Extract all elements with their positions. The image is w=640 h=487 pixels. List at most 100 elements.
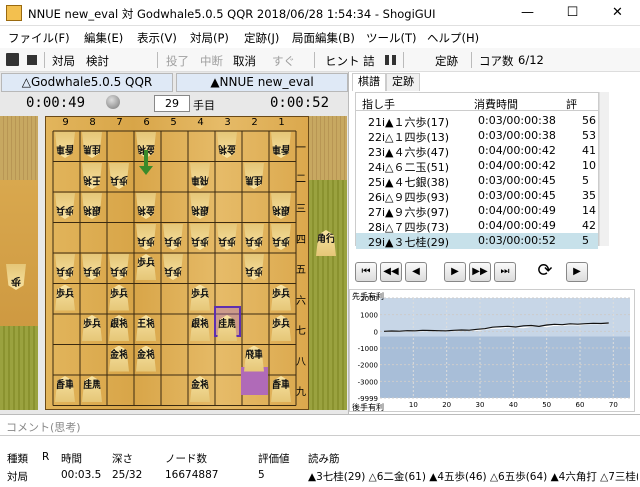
engine-depth: 25/32 bbox=[112, 469, 143, 481]
menu-joseki[interactable]: 定跡(J) bbox=[244, 30, 279, 46]
engine-pv: ▲3七桂(29) △6二金(61) ▲4五歩(46) △6五歩(64) ▲4六角… bbox=[308, 471, 638, 483]
hint-arrow-head bbox=[139, 166, 153, 175]
move-row[interactable]: 22i△１四歩(13) 0:03/00:00:38 53 bbox=[356, 128, 598, 144]
menu-help[interactable]: ヘルプ(H) bbox=[427, 30, 479, 46]
core-count-value[interactable]: 6/12 bbox=[518, 53, 544, 67]
move-list-scrollbar[interactable] bbox=[599, 92, 609, 246]
comment-pane[interactable] bbox=[0, 414, 640, 436]
rank-label: 四 bbox=[296, 234, 306, 246]
graph-xtick: 40 bbox=[509, 401, 518, 409]
move-cell-ev: 53 bbox=[582, 129, 596, 142]
shogi-piece[interactable]: 歩兵 bbox=[271, 224, 291, 250]
gote-clock: 0:00:49 bbox=[26, 95, 86, 111]
rank-label: 一 bbox=[296, 143, 306, 154]
move-cell-time: 0:04/00:00:42 bbox=[478, 159, 556, 172]
shogi-piece[interactable]: 桂馬 bbox=[244, 163, 264, 189]
file-label: 5 bbox=[170, 117, 177, 128]
file-label: 4 bbox=[197, 117, 204, 128]
move-row[interactable]: 25i▲４七銀(38) 0:03/00:00:45 5 bbox=[356, 173, 598, 189]
pause-icon[interactable] bbox=[385, 55, 389, 65]
close-button[interactable]: ✕ bbox=[595, 0, 640, 26]
shogi-piece[interactable]: 歩兵 bbox=[136, 224, 156, 250]
minimize-button[interactable]: — bbox=[505, 0, 550, 26]
menu-view[interactable]: 表示(V) bbox=[137, 30, 177, 46]
move-row[interactable]: 29i▲３七桂(29) 0:03/00:00:52 5 bbox=[356, 233, 598, 249]
gote-player-name: △Godwhale5.0.5 QQR bbox=[1, 73, 173, 92]
move-cell-ev: 5 bbox=[582, 234, 589, 247]
chudan-button[interactable]: 中断 bbox=[200, 53, 223, 69]
sugu-button[interactable]: すぐ bbox=[272, 53, 295, 69]
menu-board-edit[interactable]: 局面編集(B) bbox=[292, 30, 355, 46]
move-row[interactable]: 24i△６二玉(51) 0:04/00:00:42 10 bbox=[356, 158, 598, 174]
file-label: 2 bbox=[251, 117, 258, 128]
move-number-field[interactable]: 29 bbox=[154, 95, 190, 112]
torikeshi-button[interactable]: 取消 bbox=[233, 53, 256, 69]
window-title: NNUE new_eval 対 Godwhale5.0.5 QQR 2018/0… bbox=[28, 7, 436, 21]
toolbar-separator bbox=[44, 52, 45, 68]
move-cell-ev: 41 bbox=[582, 144, 596, 157]
core-count-label: コア数 bbox=[479, 54, 514, 68]
toolbar-separator bbox=[157, 52, 158, 68]
menu-tools[interactable]: ツール(T) bbox=[366, 30, 417, 46]
move-row[interactable]: 27i▲９六歩(97) 0:04/00:00:49 14 bbox=[356, 203, 598, 219]
shogi-piece[interactable]: 歩兵 bbox=[190, 224, 210, 250]
last-move-button[interactable]: ⏭ bbox=[494, 262, 516, 282]
menu-file[interactable]: ファイル(F) bbox=[8, 30, 70, 46]
shogi-piece[interactable]: 歩兵 bbox=[163, 224, 183, 250]
tatami-decoration bbox=[309, 116, 347, 180]
save-icon[interactable] bbox=[6, 53, 19, 66]
menu-edit[interactable]: 編集(E) bbox=[84, 30, 123, 46]
header-move[interactable]: 指し手 bbox=[362, 96, 395, 112]
move-row[interactable]: 23i▲４六歩(47) 0:04/00:00:42 41 bbox=[356, 143, 598, 159]
graph-xtick: 70 bbox=[609, 401, 618, 409]
play-icon[interactable]: ▶ bbox=[566, 262, 588, 282]
prev-move-button[interactable]: ◀ bbox=[405, 262, 427, 282]
move-cell-move: 29i▲３七桂(29) bbox=[368, 236, 450, 249]
rank-label: 二 bbox=[296, 173, 306, 185]
move-cell-time: 0:03/00:00:45 bbox=[478, 189, 556, 202]
first-move-button[interactable]: ⏮ bbox=[355, 262, 377, 282]
move-row[interactable]: 28i△７四歩(73) 0:04/00:00:49 42 bbox=[356, 218, 598, 234]
engine-header-nodes: ノード数 bbox=[165, 453, 207, 465]
hint-button[interactable]: ヒント bbox=[325, 53, 360, 69]
graph-ytick: -3000 bbox=[358, 378, 378, 386]
toolbar-separator bbox=[471, 52, 472, 68]
graph-xtick: 10 bbox=[409, 401, 418, 409]
header-time[interactable]: 消費時間 bbox=[474, 96, 518, 112]
shogi-piece[interactable]: 王将 bbox=[82, 163, 102, 189]
engine-eval: 5 bbox=[258, 469, 265, 481]
joseki-button[interactable]: 定跡 bbox=[435, 53, 458, 69]
taikyoku-button[interactable]: 対局 bbox=[52, 53, 75, 69]
tsume-button[interactable]: 詰 bbox=[363, 53, 375, 69]
engine-header-depth: 深さ bbox=[112, 453, 133, 465]
maximize-button[interactable]: ☐ bbox=[550, 0, 595, 26]
move-row[interactable]: 26i△９四歩(93) 0:03/00:00:45 35 bbox=[356, 188, 598, 204]
forward-10-button[interactable]: ▶▶ bbox=[469, 262, 491, 282]
rank-label: 八 bbox=[296, 356, 306, 368]
shogi-piece[interactable]: 歩兵 bbox=[244, 224, 264, 250]
menu-game[interactable]: 対局(P) bbox=[190, 30, 229, 46]
shogi-piece[interactable]: 歩兵 bbox=[109, 163, 129, 189]
tab-joseki[interactable]: 定跡 bbox=[386, 73, 420, 91]
move-cell-time: 0:03/00:00:45 bbox=[478, 174, 556, 187]
file-label: 9 bbox=[62, 117, 69, 128]
engine-header-time: 時間 bbox=[61, 453, 82, 465]
rank-label: 六 bbox=[296, 295, 306, 307]
pause-icon[interactable] bbox=[392, 55, 396, 65]
sente-player-name: ▲NNUE new_eval bbox=[176, 73, 348, 92]
shogi-piece[interactable]: 飛車 bbox=[190, 163, 210, 189]
header-eval[interactable]: 評 bbox=[566, 96, 577, 112]
turn-indicator bbox=[106, 95, 120, 109]
kento-button[interactable]: 検討 bbox=[86, 53, 109, 69]
tab-kifu[interactable]: 棋譜 bbox=[352, 73, 386, 91]
rotate-board-icon[interactable]: ⟳ bbox=[534, 262, 556, 282]
next-move-button[interactable]: ▶ bbox=[444, 262, 466, 282]
move-cell-ev: 42 bbox=[582, 219, 596, 232]
move-row[interactable]: 21i▲１六歩(17) 0:03/00:00:38 56 bbox=[356, 113, 598, 129]
rank-label: 七 bbox=[296, 326, 306, 337]
graph-xtick: 30 bbox=[476, 401, 485, 409]
back-10-button[interactable]: ◀◀ bbox=[380, 262, 402, 282]
shogi-piece[interactable]: 歩兵 bbox=[217, 224, 237, 250]
touryo-button[interactable]: 投了 bbox=[166, 53, 189, 69]
stop-icon[interactable] bbox=[27, 55, 37, 65]
